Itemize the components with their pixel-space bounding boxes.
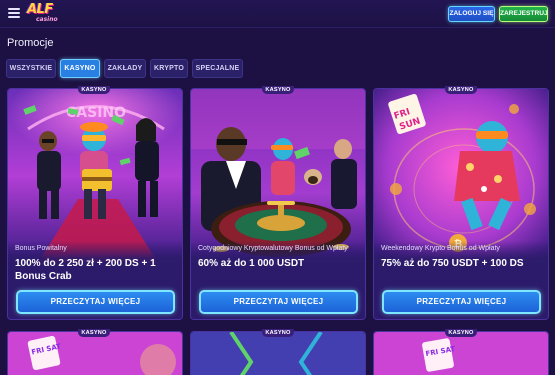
tab-sports[interactable]: ZAKŁADY: [104, 59, 146, 78]
promo-card-row2-3[interactable]: FRI SAT: [373, 331, 549, 375]
logo-subtext: casino: [36, 16, 58, 23]
promo-illustration-weekend: FRI SUN ₿: [374, 89, 548, 263]
tab-all[interactable]: WSZYSTKIE: [6, 59, 56, 78]
read-more-button[interactable]: PRZECZYTAJ WIĘCEJ: [16, 290, 175, 314]
card-category-badge: KASYNO: [445, 86, 477, 94]
card-category-badge: KASYNO: [262, 329, 294, 337]
read-more-button[interactable]: PRZECZYTAJ WIĘCEJ: [199, 290, 358, 314]
promo-subtitle: Bonus Powitalny: [15, 245, 67, 252]
logo-wordmark: ALF: [27, 2, 53, 17]
site-logo[interactable]: ALF casino: [27, 2, 63, 26]
card-category-badge: KASYNO: [78, 329, 110, 337]
promo-illustration: FRI SAT: [8, 332, 182, 375]
promo-card-weekly-crypto[interactable]: Cotygodniowy Kryptowalutowy Bonus od Wpł…: [190, 88, 366, 320]
promo-illustration-roulette: [191, 89, 365, 263]
tab-special[interactable]: SPECJALNE: [192, 59, 243, 78]
page-title: Promocje: [7, 37, 54, 49]
promo-card-welcome[interactable]: CASINO Bonus Powitalny 100% do 2 250 zł …: [7, 88, 183, 320]
promo-card-row2-1[interactable]: FRI SAT: [7, 331, 183, 375]
promo-illustration: [191, 332, 365, 375]
card-category-badge: KASYNO: [262, 86, 294, 94]
promo-title: 100% do 2 250 zł + 200 DS + 1 Bonus Crab: [15, 258, 156, 282]
promo-title: 75% aż do 750 USDT + 100 DS: [381, 258, 524, 269]
register-button[interactable]: ZAREJESTRUJ: [499, 6, 548, 22]
promo-title: 60% aż do 1 000 USDT: [198, 258, 305, 269]
hamburger-menu-icon[interactable]: [8, 8, 20, 18]
card-category-badge: KASYNO: [445, 329, 477, 337]
login-button[interactable]: ZALOGUJ SIĘ: [448, 6, 495, 22]
promo-illustration: FRI SAT: [374, 332, 548, 375]
card-category-badge: KASYNO: [78, 86, 110, 94]
tab-crypto[interactable]: KRYPTO: [150, 59, 188, 78]
promo-subtitle: Weekendowy Krypto Bonus od Wpłaty: [381, 245, 500, 252]
tab-casino[interactable]: KASYNO: [60, 59, 100, 78]
top-header: ALF casino ZALOGUJ SIĘ ZAREJESTRUJ: [0, 0, 555, 28]
promo-card-row2-2[interactable]: [190, 331, 366, 375]
promo-illustration-heist: CASINO: [8, 89, 182, 263]
promo-card-weekend-crypto[interactable]: FRI SUN ₿ Weekendowy Krypto Bonus od Wpł…: [373, 88, 549, 320]
read-more-button[interactable]: PRZECZYTAJ WIĘCEJ: [382, 290, 541, 314]
promo-subtitle: Cotygodniowy Kryptowalutowy Bonus od Wpł…: [198, 245, 348, 252]
